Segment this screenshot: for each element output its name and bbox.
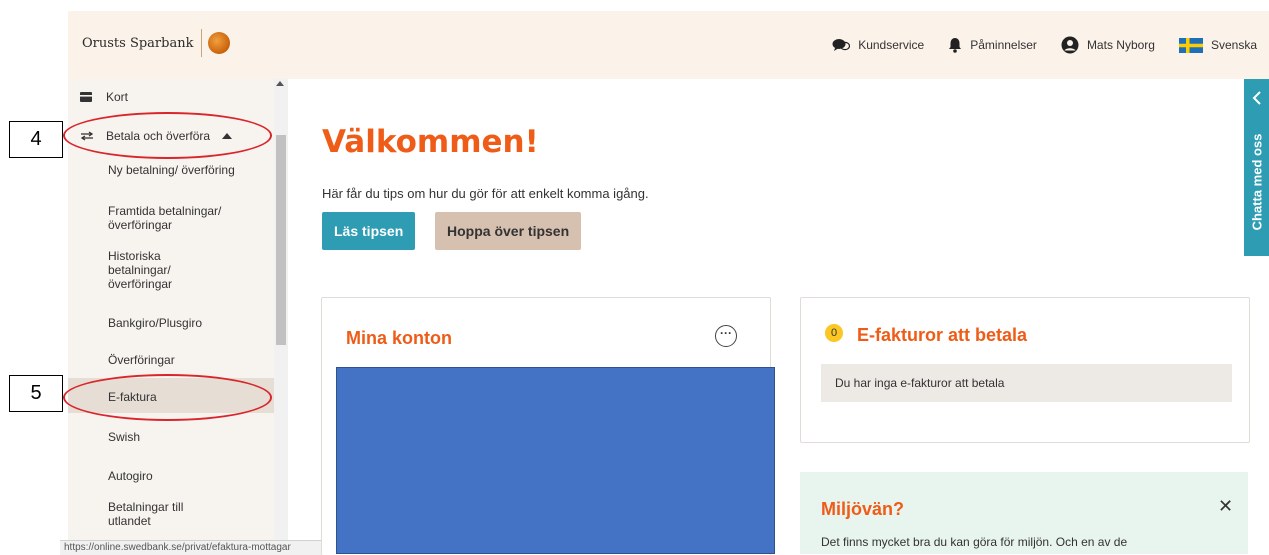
efaktura-card-title[interactable]: E-fakturor att betala: [857, 325, 1027, 346]
bank-logo[interactable]: Orusts Sparbank: [82, 28, 231, 58]
efaktura-info: Du har inga e-fakturor att betala: [821, 364, 1232, 402]
logo-divider: [201, 29, 203, 57]
eco-card-text: Det finns mycket bra du kan göra för mil…: [821, 535, 1128, 549]
nav-user-profile[interactable]: Mats Nyborg: [1061, 36, 1155, 54]
nav-language[interactable]: Svenska: [1178, 37, 1257, 53]
sidebar-sub-utlandet[interactable]: Betalningar till utlandet: [108, 500, 218, 528]
annotation-box-4: 4: [9, 121, 63, 158]
scroll-up-arrow-icon[interactable]: [276, 81, 284, 86]
swedish-flag-icon: [1178, 37, 1203, 53]
sidebar-sub-overforingar[interactable]: Överföringar: [108, 353, 268, 367]
nav-kundservice-label: Kundservice: [858, 38, 925, 52]
sidebar-scrollbar[interactable]: [274, 79, 288, 554]
efaktura-card: 0 E-fakturor att betala Du har inga e-fa…: [800, 297, 1250, 443]
sidebar-item-label: Bankgiro/Plusgiro: [108, 316, 203, 330]
sidebar-sub-bankgiro[interactable]: Bankgiro/Plusgiro: [108, 316, 268, 330]
sidebar-item-label: Autogiro: [108, 469, 153, 483]
redacted-area: [336, 367, 775, 554]
eco-card: Miljövän? ✕ Det finns mycket bra du kan …: [800, 472, 1248, 554]
read-tips-button[interactable]: Läs tipsen: [322, 212, 416, 250]
skip-tips-button[interactable]: Hoppa över tipsen: [435, 212, 582, 250]
sidebar-item-label: Framtida betalningar/ överföringar: [108, 204, 222, 232]
more-options-icon[interactable]: ···: [715, 325, 737, 347]
sidebar-sub-ny-betalning[interactable]: Ny betalning/ överföring: [108, 163, 268, 177]
nav-paminnelser-label: Påminnelser: [970, 38, 1037, 52]
sidebar-sub-historiska[interactable]: Historiska betalningar/ överföringar: [108, 249, 198, 291]
sidebar-item-label: Betalningar till utlandet: [108, 500, 184, 528]
chat-bubbles-icon: [832, 38, 851, 52]
nav-paminnelser[interactable]: Påminnelser: [948, 37, 1037, 53]
annotation-ellipse-5: [63, 374, 272, 421]
sidebar-sub-autogiro[interactable]: Autogiro: [108, 469, 268, 483]
sidebar-item-label: Överföringar: [108, 353, 175, 367]
intro-text: Här får du tips om hur du gör för att en…: [322, 186, 649, 201]
efaktura-count-badge: 0: [825, 324, 843, 342]
tree-logo-icon: [208, 32, 231, 54]
annotation-box-5: 5: [9, 375, 63, 412]
bell-icon: [948, 37, 962, 53]
sidebar-sub-framtida[interactable]: Framtida betalningar/ överföringar: [108, 204, 268, 232]
sidebar-item-label: Kort: [106, 90, 129, 104]
chat-tab-label: Chatta med oss: [1249, 133, 1265, 231]
nav-user-label: Mats Nyborg: [1086, 38, 1155, 52]
user-icon: [1061, 36, 1079, 54]
page-title: Välkommen!: [322, 124, 539, 160]
accounts-card-title: Mina konton: [346, 328, 452, 348]
nav-kundservice[interactable]: Kundservice: [832, 38, 924, 52]
brand-name: Orusts Sparbank: [82, 35, 194, 51]
sidebar-item-kort[interactable]: Kort: [80, 90, 286, 104]
eco-card-title: Miljövän?: [821, 499, 905, 519]
annotation-ellipse-4: [63, 112, 272, 159]
card-icon: [80, 92, 96, 102]
chevron-left-icon: [1252, 91, 1261, 105]
header-nav: Kundservice Påminnelser Mats Nyborg Sven…: [832, 11, 1269, 79]
sidebar-item-label: Ny betalning/ överföring: [108, 163, 235, 177]
sidebar-item-label: Swish: [108, 430, 141, 444]
close-icon[interactable]: ✕: [1218, 496, 1233, 517]
scrollbar-thumb[interactable]: [276, 135, 286, 345]
top-header: Orusts Sparbank Kundservice Påminnelser …: [68, 11, 1269, 79]
sidebar-sub-swish[interactable]: Swish: [108, 430, 268, 444]
nav-language-label: Svenska: [1210, 38, 1257, 52]
sidebar-item-label: Historiska betalningar/ överföringar: [108, 249, 173, 291]
status-bar-url: https://online.swedbank.se/privat/efaktu…: [60, 540, 345, 555]
